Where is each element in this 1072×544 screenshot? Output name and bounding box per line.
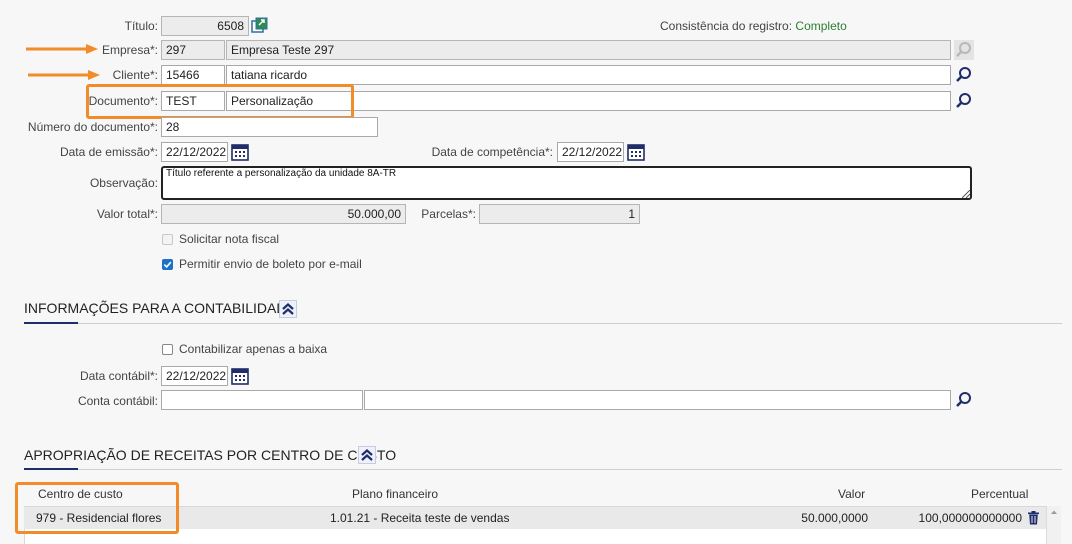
valor-field: 50.000,00: [161, 204, 406, 224]
contabilidade-section-title: INFORMAÇÕES PARA A CONTABILIDADE: [24, 300, 296, 316]
cliente-code-field[interactable]: 15466: [161, 65, 225, 85]
calendar-icon[interactable]: [231, 143, 249, 161]
competencia-field[interactable]: 22/12/2022: [557, 142, 624, 162]
column-header-valor[interactable]: Valor: [838, 487, 865, 501]
emissao-label: Data de emissão*:: [59, 145, 158, 159]
parcelas-field: 1: [479, 204, 640, 224]
observacao-label: Observação:: [89, 176, 158, 190]
titulo-label: Título:: [124, 19, 158, 33]
solicitar-nota-checkbox: [162, 234, 173, 245]
contabilidade-collapse-button[interactable]: [279, 300, 297, 318]
numero-label: Número do documento*:: [27, 120, 158, 134]
row-plano: 1.01.21 - Receita teste de vendas: [330, 511, 510, 525]
data-contabil-label: Data contábil*:: [79, 369, 158, 383]
cliente-name-field[interactable]: tatiana ricardo: [226, 65, 951, 85]
row-percentual: 100,000000000000: [918, 511, 1022, 525]
titulo-field: 6508: [161, 16, 249, 36]
column-header-plano[interactable]: Plano financeiro: [352, 487, 438, 501]
highlight-centro-custo: [15, 482, 179, 534]
resize-handle-icon[interactable]: [962, 190, 970, 198]
highlight-documento: [86, 84, 354, 119]
empresa-name-field: Empresa Teste 297: [226, 40, 951, 60]
conta-contabil-name-field[interactable]: [364, 390, 951, 410]
contabilizar-baixa-label: Contabilizar apenas a baixa: [179, 342, 328, 356]
observacao-textarea[interactable]: Título referente a personalização da uni…: [161, 166, 972, 200]
conta-contabil-label: Conta contábil:: [77, 394, 158, 408]
section-divider: [24, 468, 1062, 470]
table-scrollbar[interactable]: [1046, 506, 1061, 544]
empresa-code-field: 297: [161, 40, 225, 60]
empresa-search-icon: [954, 40, 974, 60]
apropriacao-section-title: APROPRIAÇÃO DE RECEITAS POR CENTRO DE CU…: [24, 447, 397, 463]
numero-field[interactable]: 28: [161, 117, 378, 137]
calendar-icon[interactable]: [627, 143, 645, 161]
trash-icon[interactable]: [1027, 511, 1040, 525]
valor-label: Valor total*:: [96, 207, 158, 221]
consistencia-value: Completo: [795, 19, 847, 33]
contabilizar-baixa-checkbox[interactable]: [162, 344, 173, 355]
scroll-up-icon[interactable]: [1047, 507, 1061, 517]
section-divider: [24, 322, 1062, 324]
row-valor: 50.000,0000: [801, 511, 868, 525]
column-header-percentual[interactable]: Percentual: [971, 487, 1028, 501]
emissao-field[interactable]: 22/12/2022: [161, 142, 228, 162]
solicitar-nota-label: Solicitar nota fiscal: [179, 232, 280, 246]
double-chevron-up-icon: [282, 303, 294, 315]
data-contabil-field[interactable]: 22/12/2022: [161, 366, 228, 386]
permitir-boleto-label: Permitir envio de boleto por e-mail: [179, 257, 362, 271]
documento-search-icon[interactable]: [955, 92, 973, 110]
double-chevron-up-icon: [361, 449, 373, 461]
cliente-search-icon[interactable]: [955, 66, 973, 84]
open-record-icon[interactable]: [251, 17, 268, 34]
conta-search-icon[interactable]: [955, 391, 973, 409]
apropriacao-collapse-button[interactable]: [358, 446, 376, 464]
empresa-label: Empresa*:: [101, 43, 158, 57]
conta-contabil-code-field[interactable]: [161, 390, 363, 410]
permitir-boleto-checkbox[interactable]: [162, 259, 173, 270]
competencia-label: Data de competência*:: [431, 145, 553, 159]
cliente-label: Cliente*:: [112, 68, 158, 82]
consistencia-label: Consistência do registro:: [660, 19, 793, 33]
parcelas-label: Parcelas*:: [421, 207, 476, 221]
calendar-icon[interactable]: [231, 367, 249, 385]
consistencia-status: Consistência do registro: Completo: [660, 19, 847, 33]
